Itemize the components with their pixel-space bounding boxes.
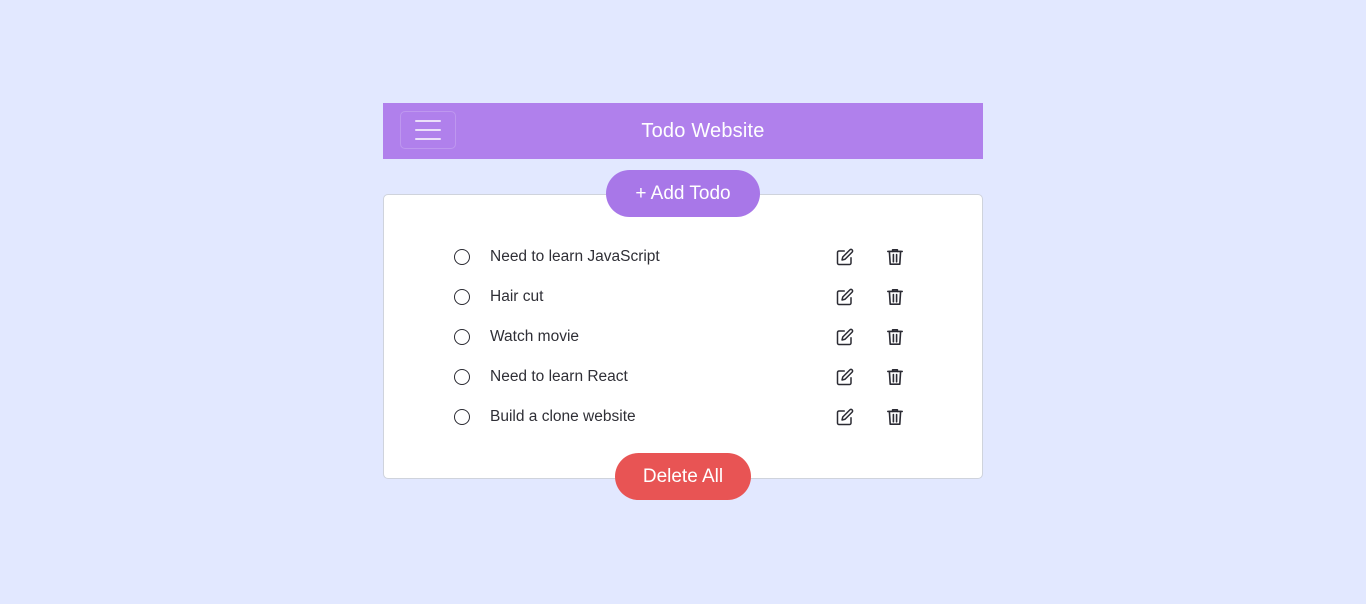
- todo-app: Todo Website + Add Todo Need to learn Ja…: [383, 103, 983, 500]
- menu-toggle-button[interactable]: [400, 111, 456, 149]
- edit-icon[interactable]: [835, 247, 855, 267]
- todo-text: Build a clone website: [490, 408, 636, 425]
- trash-icon[interactable]: [885, 327, 905, 347]
- trash-icon[interactable]: [885, 247, 905, 267]
- todo-text: Hair cut: [490, 288, 544, 305]
- delete-all-button[interactable]: Delete All: [615, 453, 751, 500]
- hamburger-icon: [415, 129, 441, 131]
- trash-icon[interactable]: [885, 287, 905, 307]
- todo-item: Watch movie: [384, 317, 982, 357]
- todo-item: Build a clone website: [384, 397, 982, 437]
- todo-item: Need to learn React: [384, 357, 982, 397]
- trash-icon[interactable]: [885, 407, 905, 427]
- circle-icon[interactable]: [454, 289, 470, 305]
- edit-icon[interactable]: [835, 287, 855, 307]
- todo-card: Need to learn JavaScript Hair cut Watch …: [383, 194, 983, 479]
- circle-icon[interactable]: [454, 329, 470, 345]
- todo-item: Hair cut: [384, 277, 982, 317]
- add-todo-button[interactable]: + Add Todo: [606, 170, 760, 217]
- hamburger-icon: [415, 138, 441, 140]
- edit-icon[interactable]: [835, 407, 855, 427]
- trash-icon[interactable]: [885, 367, 905, 387]
- todo-text: Need to learn JavaScript: [490, 248, 660, 265]
- todo-item: Need to learn JavaScript: [384, 237, 982, 277]
- edit-icon[interactable]: [835, 367, 855, 387]
- edit-icon[interactable]: [835, 327, 855, 347]
- circle-icon[interactable]: [454, 249, 470, 265]
- navbar: Todo Website: [383, 103, 983, 159]
- circle-icon[interactable]: [454, 369, 470, 385]
- app-title: Todo Website: [641, 119, 765, 142]
- hamburger-icon: [415, 120, 441, 122]
- circle-icon[interactable]: [454, 409, 470, 425]
- todo-text: Need to learn React: [490, 368, 628, 385]
- todo-text: Watch movie: [490, 328, 580, 345]
- todo-list: Need to learn JavaScript Hair cut Watch …: [384, 237, 982, 437]
